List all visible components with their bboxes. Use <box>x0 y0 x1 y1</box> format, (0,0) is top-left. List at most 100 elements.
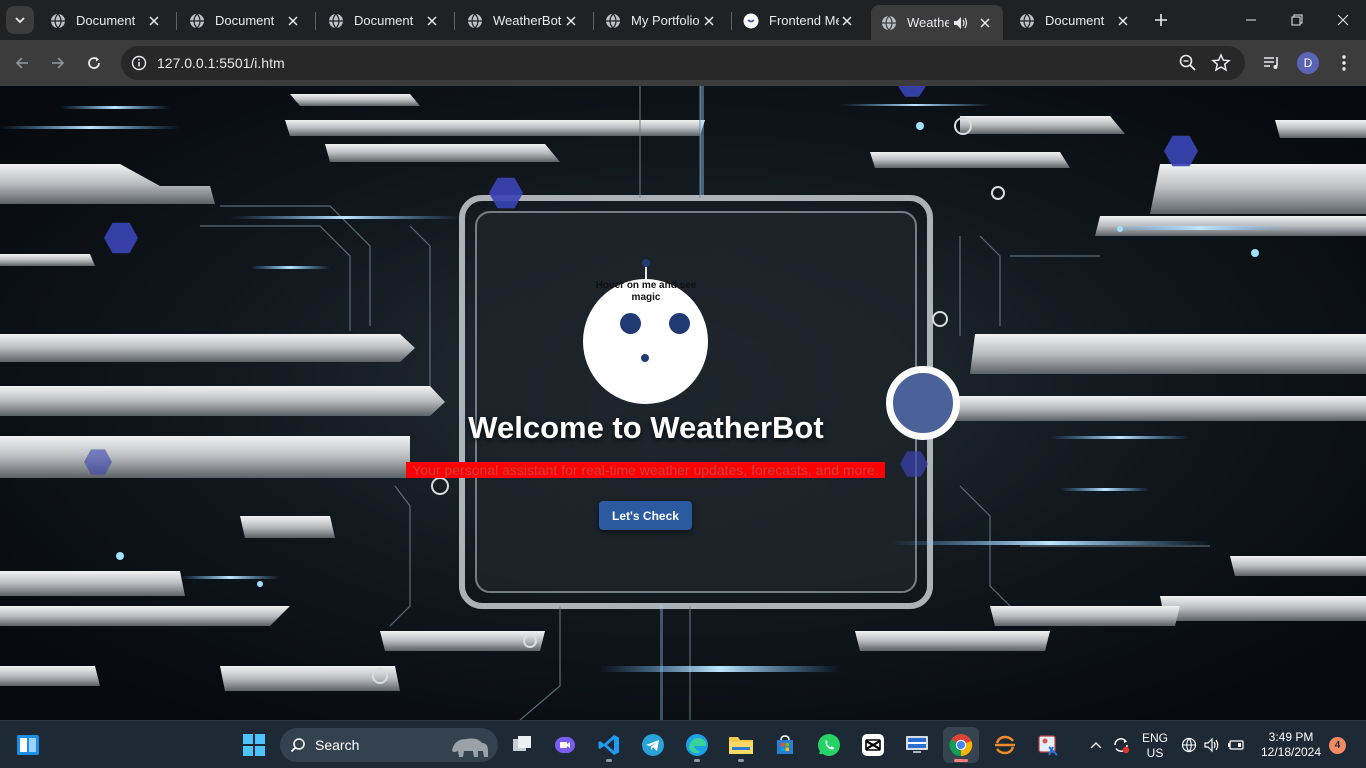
tab-title: Document <box>76 13 136 28</box>
region-code: US <box>1146 746 1164 760</box>
taskbar-app-edge[interactable] <box>679 727 715 763</box>
tab-weatherbot[interactable]: WeatherBot <box>457 5 589 36</box>
arrow-right-icon <box>52 57 65 69</box>
bot-antenna-tip <box>642 259 650 267</box>
tab-frontend-mentor[interactable]: Frontend Me <box>733 5 865 36</box>
reload-button[interactable] <box>80 49 108 77</box>
widgets-button[interactable] <box>10 727 46 763</box>
tray-sync-button[interactable] <box>1108 727 1134 763</box>
bot-right-eye <box>669 313 690 334</box>
taskbar-app-vscode[interactable] <box>591 727 627 763</box>
globe-icon <box>51 13 65 28</box>
volume-icon <box>1204 737 1219 753</box>
tab-my-portfolio[interactable]: My Portfolio <box>595 5 727 36</box>
arrow-left-icon <box>15 57 28 69</box>
close-icon[interactable] <box>977 15 993 31</box>
speaker-icon[interactable] <box>953 16 969 30</box>
tab-title: My Portfolio <box>631 13 700 28</box>
elephant-search-highlight-icon <box>452 738 488 757</box>
search-label: Search <box>315 737 360 753</box>
orange-sync-icon <box>995 735 1015 755</box>
taskbar-app-chat[interactable] <box>547 727 583 763</box>
floating-orb <box>886 366 960 440</box>
language-indicator[interactable]: ENG US <box>1138 731 1172 761</box>
language-code: ENG <box>1141 731 1168 745</box>
show-hidden-icons-button[interactable] <box>1086 727 1106 763</box>
microsoft-store-icon <box>777 735 793 754</box>
tab-separator <box>731 12 732 30</box>
forward-button[interactable] <box>44 49 72 77</box>
start-button[interactable] <box>236 727 272 763</box>
search-icon <box>290 738 305 753</box>
close-icon[interactable] <box>839 13 855 29</box>
tab-title: Document <box>1045 13 1105 28</box>
taskbar-search[interactable]: Search <box>280 728 498 762</box>
taskbar-app-telegram[interactable] <box>635 727 671 763</box>
plus-icon <box>1155 14 1167 26</box>
monitor-app-icon <box>906 736 928 753</box>
tab-title: Weather <box>907 15 949 30</box>
bot-mouth <box>641 354 649 362</box>
page-tagline: Your personal assistant for real-time we… <box>406 462 885 478</box>
restore-button[interactable] <box>1274 0 1320 40</box>
address-bar[interactable]: 127.0.0.1:5501/i.htm <box>121 46 1245 80</box>
tab-search-button[interactable] <box>6 6 34 34</box>
notification-badge[interactable]: 4 <box>1329 737 1346 754</box>
lets-check-button[interactable]: Let's Check <box>599 501 692 530</box>
close-icon[interactable] <box>285 13 301 29</box>
close-icon[interactable] <box>563 13 579 29</box>
media-control-button[interactable] <box>1258 49 1286 77</box>
page-viewport: Hover on me and see magic Welcome to Wea… <box>0 86 1366 720</box>
task-view-icon <box>513 736 531 751</box>
restore-icon <box>1291 14 1303 26</box>
tab-separator <box>315 12 316 30</box>
browser-toolbar: 127.0.0.1:5501/i.htm D <box>0 40 1366 86</box>
browser-menu-button[interactable] <box>1330 49 1358 77</box>
tab-document-1[interactable]: Document <box>40 5 172 36</box>
taskbar-app-snipping[interactable] <box>1031 727 1067 763</box>
bookmark-star-icon[interactable] <box>1211 53 1231 73</box>
minimize-button[interactable] <box>1228 0 1274 40</box>
new-tab-button[interactable] <box>1149 8 1173 32</box>
clock[interactable]: 3:49 PM 12/18/2024 <box>1256 730 1326 760</box>
taskbar-app-sync[interactable] <box>987 727 1023 763</box>
tab-weather-active[interactable]: Weather <box>871 5 1003 40</box>
tab-document-3[interactable]: Document <box>318 5 450 36</box>
taskbar-app-whatsapp[interactable] <box>811 727 847 763</box>
taskbar-app-store[interactable] <box>767 727 803 763</box>
tab-document-2[interactable]: Document <box>179 5 311 36</box>
taskbar-app-capcut[interactable] <box>855 727 891 763</box>
media-queue-icon <box>1264 57 1278 69</box>
folder-icon <box>729 737 753 754</box>
reload-icon <box>88 57 100 69</box>
close-icon[interactable] <box>1115 13 1131 29</box>
network-globe-icon <box>1181 737 1197 753</box>
taskbar-app-chrome[interactable] <box>943 727 979 763</box>
back-button[interactable] <box>8 49 36 77</box>
site-info-icon[interactable] <box>129 53 149 73</box>
tab-title: Document <box>354 13 414 28</box>
taskbar-app-remote[interactable] <box>899 727 935 763</box>
close-icon[interactable] <box>701 13 717 29</box>
tab-document-4[interactable]: Document <box>1009 5 1141 36</box>
close-icon <box>1337 14 1349 26</box>
windows-taskbar: Search ENG US 3:49 PM 12/18/2024 4 <box>0 720 1366 768</box>
url-text[interactable]: 127.0.0.1:5501/i.htm <box>157 55 285 71</box>
taskbar-app-file-explorer[interactable] <box>723 727 759 763</box>
frontend-mentor-icon <box>743 13 759 28</box>
profile-avatar[interactable]: D <box>1297 52 1319 74</box>
globe-icon <box>329 13 343 28</box>
close-icon[interactable] <box>424 13 440 29</box>
zoom-icon[interactable] <box>1178 53 1198 73</box>
widgets-icon <box>17 735 39 755</box>
window-close-button[interactable] <box>1320 0 1366 40</box>
tab-strip: Document Document Document WeatherBot My… <box>0 0 1366 40</box>
task-view-button[interactable] <box>504 727 540 763</box>
running-indicator <box>606 759 612 762</box>
close-icon[interactable] <box>146 13 162 29</box>
clock-time: 3:49 PM <box>1268 730 1314 744</box>
running-indicator <box>954 759 968 762</box>
quick-settings-button[interactable] <box>1180 727 1246 763</box>
tab-separator <box>593 12 594 30</box>
refresh-alert-icon <box>1114 738 1130 754</box>
